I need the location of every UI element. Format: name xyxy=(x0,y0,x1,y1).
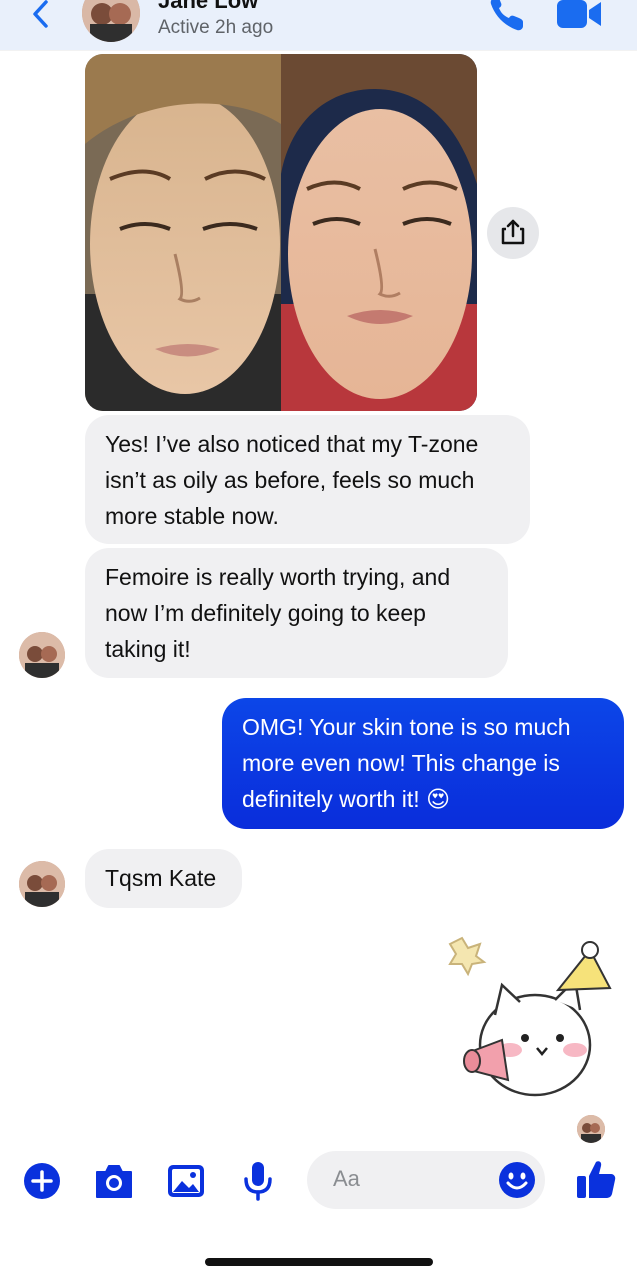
contact-name[interactable]: Jane Low xyxy=(158,0,258,14)
video-camera-icon[interactable] xyxy=(555,0,603,32)
microphone-icon[interactable] xyxy=(236,1159,280,1203)
share-icon xyxy=(501,219,525,245)
plus-icon[interactable] xyxy=(20,1159,64,1203)
avatar[interactable] xyxy=(19,861,65,907)
message-incoming[interactable]: Tqsm Kate xyxy=(85,849,242,908)
party-cat-sticker[interactable] xyxy=(440,930,630,1105)
home-indicator xyxy=(205,1258,433,1266)
image-icon[interactable] xyxy=(164,1159,208,1203)
chat-header: Jane Low Active 2h ago xyxy=(0,0,637,50)
before-after-photo[interactable] xyxy=(85,54,477,411)
share-button[interactable] xyxy=(487,207,539,259)
seen-avatar xyxy=(577,1115,605,1143)
chevron-left-icon[interactable] xyxy=(26,0,56,30)
message-input[interactable] xyxy=(331,1165,485,1193)
contact-status: Active 2h ago xyxy=(158,17,274,38)
phone-icon[interactable] xyxy=(487,0,527,34)
avatar[interactable] xyxy=(19,632,65,678)
message-outgoing[interactable]: OMG! Your skin tone is so much more even… xyxy=(222,698,624,829)
message-input-pill[interactable] xyxy=(307,1151,545,1209)
emoji-icon[interactable] xyxy=(497,1160,537,1200)
camera-icon[interactable] xyxy=(92,1159,136,1203)
thumbs-up-icon[interactable] xyxy=(574,1157,618,1201)
photo-image xyxy=(85,54,477,411)
avatar[interactable] xyxy=(82,0,140,42)
message-incoming[interactable]: Femoire is really worth trying, and now … xyxy=(85,548,508,678)
message-incoming[interactable]: Yes! I’ve also noticed that my T-zone is… xyxy=(85,415,530,544)
